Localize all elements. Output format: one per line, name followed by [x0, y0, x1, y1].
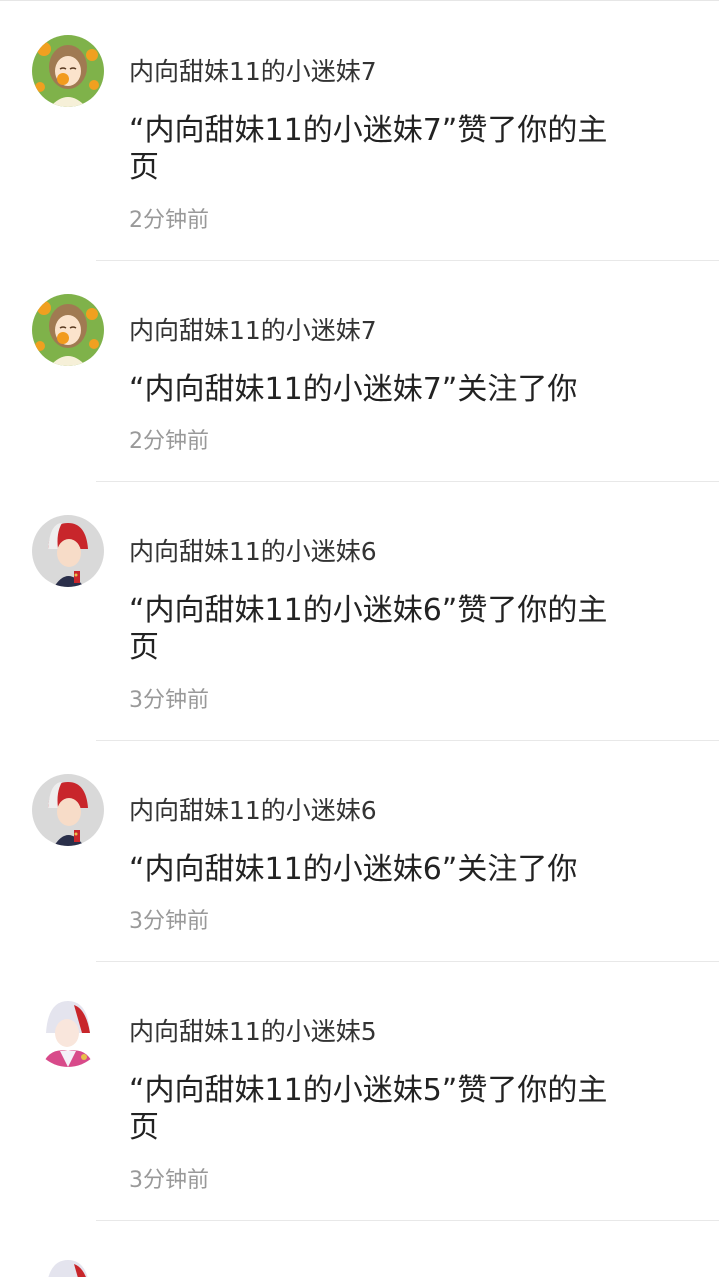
- timestamp: 3分钟前: [129, 688, 209, 713]
- timestamp: 2分钟前: [129, 208, 209, 233]
- username[interactable]: 内向甜妹11的小迷妹6: [129, 796, 377, 826]
- notification-message: “内向甜妹11的小迷妹6”关注了你: [129, 852, 578, 887]
- avatar[interactable]: [32, 294, 104, 366]
- girl-avatar-icon: [32, 35, 104, 107]
- timestamp: 3分钟前: [129, 1168, 209, 1193]
- timestamp: 2分钟前: [129, 429, 209, 454]
- boy-avatar-icon: [32, 515, 104, 587]
- divider: [96, 481, 719, 482]
- avatar[interactable]: [32, 1254, 104, 1277]
- avatar[interactable]: [32, 774, 104, 846]
- girl-avatar-icon: [32, 294, 104, 366]
- boy-avatar-icon: [32, 1254, 104, 1277]
- avatar[interactable]: [32, 515, 104, 587]
- divider: [96, 740, 719, 741]
- notification-message: “内向甜妹11的小迷妹5”赞了你的主页: [129, 1073, 608, 1145]
- avatar[interactable]: [32, 35, 104, 107]
- notification-message: “内向甜妹11的小迷妹7”赞了你的主页: [129, 113, 608, 185]
- username[interactable]: 内向甜妹11的小迷妹6: [129, 537, 377, 567]
- notification-message: “内向甜妹11的小迷妹6”赞了你的主页: [129, 593, 608, 665]
- boy-avatar-icon: [32, 995, 104, 1067]
- divider: [96, 961, 719, 962]
- avatar[interactable]: [32, 995, 104, 1067]
- divider: [96, 260, 719, 261]
- divider: [96, 1220, 719, 1221]
- username[interactable]: 内向甜妹11的小迷妹7: [129, 316, 377, 346]
- username[interactable]: 内向甜妹11的小迷妹5: [129, 1017, 377, 1047]
- timestamp: 3分钟前: [129, 909, 209, 934]
- notification-message: “内向甜妹11的小迷妹7”关注了你: [129, 372, 578, 407]
- username[interactable]: 内向甜妹11的小迷妹7: [129, 57, 377, 87]
- notification-list: 内向甜妹11的小迷妹7 “内向甜妹11的小迷妹7”赞了你的主页 2分钟前 内向甜…: [0, 0, 719, 1277]
- boy-avatar-icon: [32, 774, 104, 846]
